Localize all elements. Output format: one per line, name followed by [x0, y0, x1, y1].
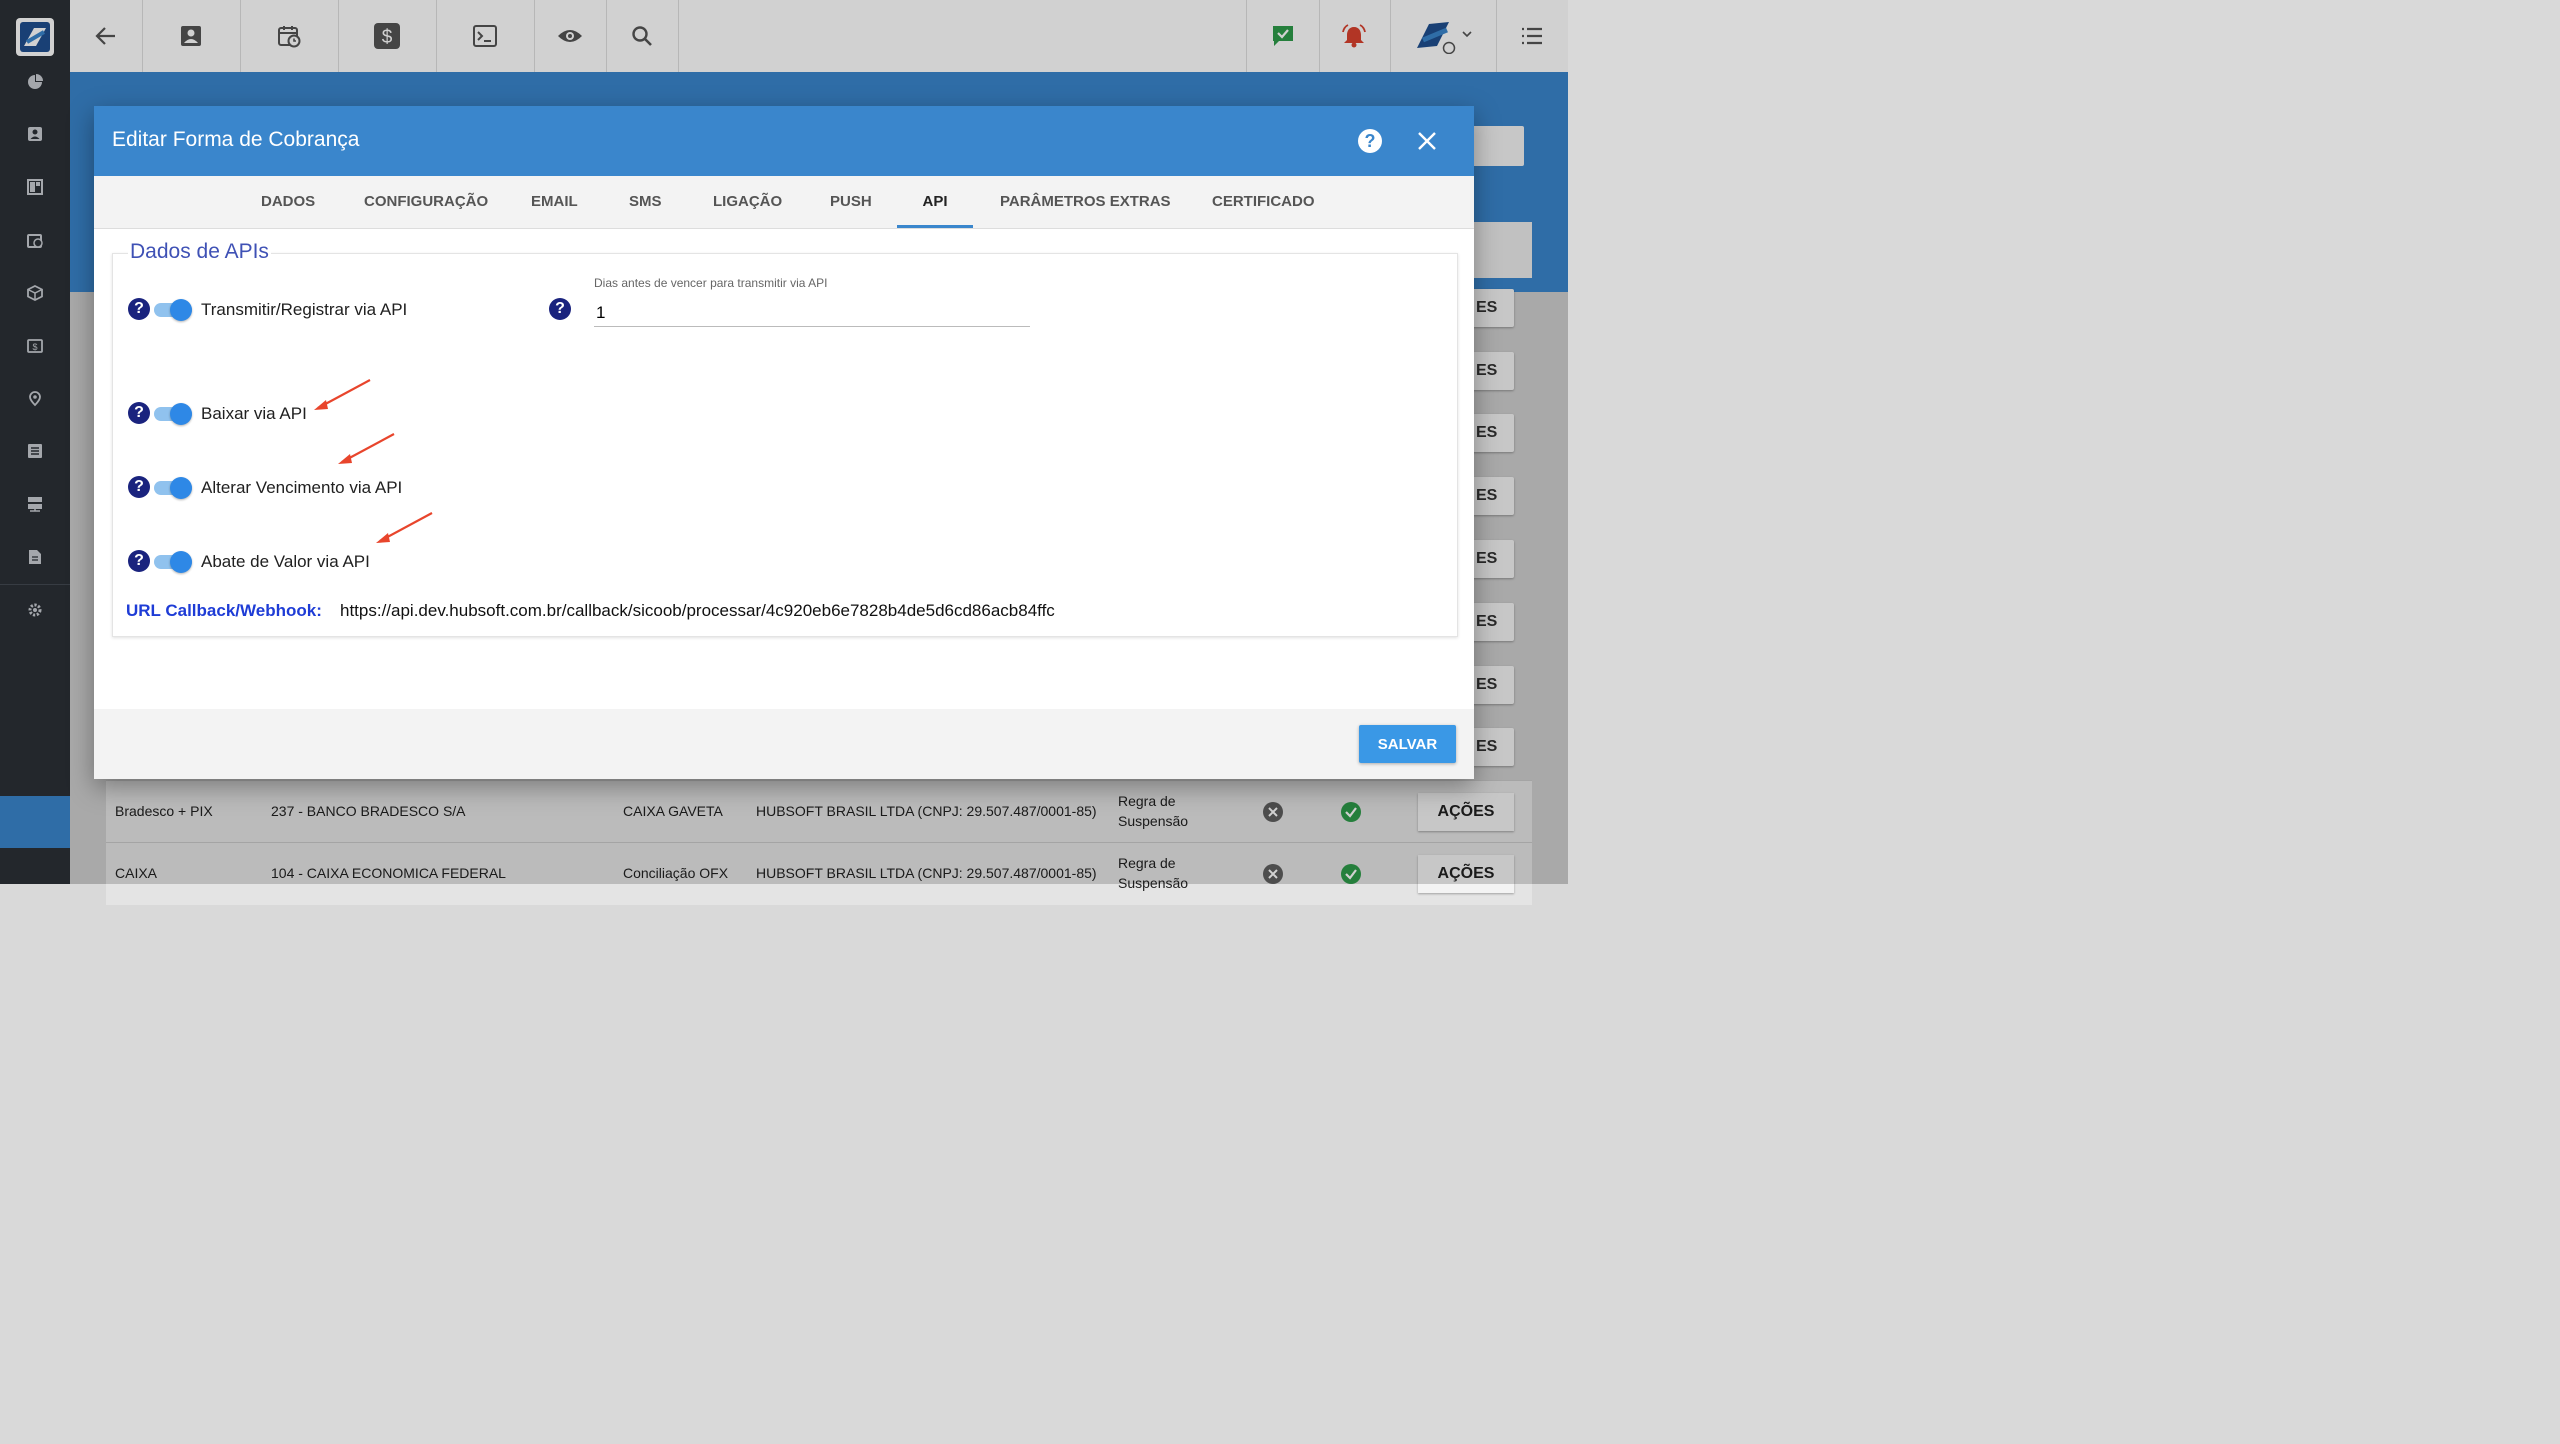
tab-sms[interactable]: SMS: [629, 176, 662, 228]
help-icon[interactable]: ?: [128, 476, 150, 498]
tab-dados[interactable]: DADOS: [261, 176, 315, 228]
help-icon[interactable]: ?: [128, 550, 150, 572]
annotation-arrow: [314, 379, 371, 410]
help-icon[interactable]: ?: [128, 298, 150, 320]
tab-push[interactable]: PUSH: [830, 176, 872, 228]
write-off-api-label: Baixar via API: [201, 404, 307, 423]
edit-billing-method-dialog: Editar Forma de Cobrança ? DADOS CONFIGU…: [94, 106, 1474, 779]
tab-certificado[interactable]: CERTIFICADO: [1212, 176, 1315, 228]
dialog-footer: SALVAR: [94, 709, 1474, 779]
callback-url-value: https://api.dev.hubsoft.com.br/callback/…: [340, 601, 1055, 620]
transmit-api-label: Transmitir/Registrar via API: [201, 300, 408, 319]
tab-parametros-extras[interactable]: PARÂMETROS EXTRAS: [1000, 176, 1171, 228]
section-title: Dados de APIs: [128, 240, 271, 264]
help-icon[interactable]: ?: [549, 298, 571, 320]
change-due-date-api-label: Alterar Vencimento via API: [201, 478, 403, 497]
dialog-header: Editar Forma de Cobrança ?: [94, 106, 1474, 176]
write-off-api-toggle[interactable]: [154, 403, 192, 425]
days-before-due-label: Dias antes de vencer para transmitir via…: [594, 276, 828, 290]
save-button[interactable]: SALVAR: [1359, 725, 1456, 763]
transmit-api-toggle[interactable]: [154, 299, 192, 321]
tab-configuracao[interactable]: CONFIGURAÇÃO: [364, 176, 488, 228]
close-icon[interactable]: [1416, 130, 1438, 157]
help-icon[interactable]: ?: [128, 402, 150, 424]
change-due-date-api-toggle[interactable]: [154, 477, 192, 499]
tab-email[interactable]: EMAIL: [531, 176, 578, 228]
value-discount-api-toggle[interactable]: [154, 551, 192, 573]
tab-ligacao[interactable]: LIGAÇÃO: [713, 176, 782, 228]
annotation-arrow: [376, 512, 433, 543]
annotation-arrow: [338, 433, 395, 464]
help-icon[interactable]: ?: [1358, 129, 1382, 153]
days-before-due-input[interactable]: [594, 300, 1030, 327]
value-discount-api-label: Abate de Valor via API: [201, 552, 370, 571]
dialog-tabs: DADOS CONFIGURAÇÃO EMAIL SMS LIGAÇÃO PUS…: [94, 176, 1474, 229]
tab-api[interactable]: API: [897, 176, 973, 228]
dialog-title: Editar Forma de Cobrança: [112, 128, 360, 151]
callback-url-label: URL Callback/Webhook:: [126, 601, 322, 620]
